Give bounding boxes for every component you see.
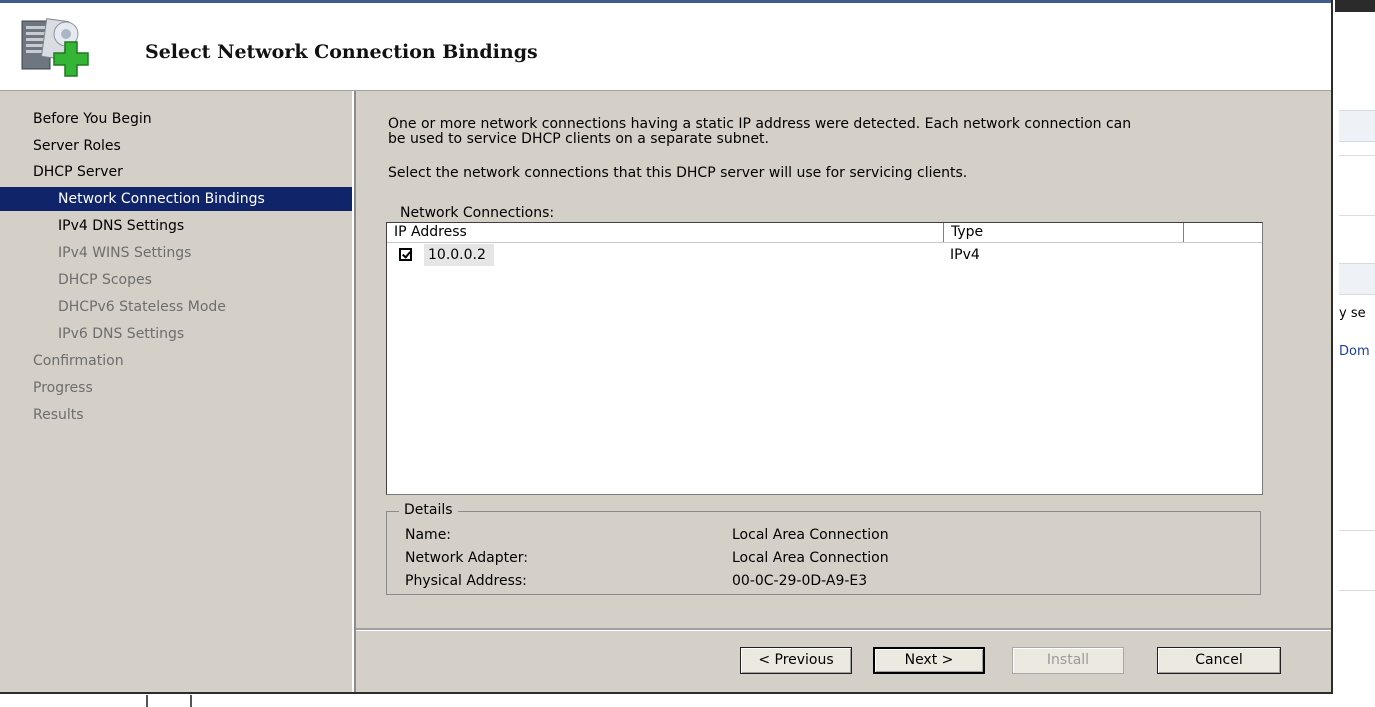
background-divider xyxy=(1339,530,1375,531)
background-section-header xyxy=(1339,110,1375,142)
details-legend: Details xyxy=(399,502,458,518)
background-divider xyxy=(1339,155,1375,156)
nav-item-network-connection-bindings[interactable]: Network Connection Bindings xyxy=(0,187,352,211)
nav-item-label: DHCP Server xyxy=(33,164,123,180)
install-button[interactable]: Install xyxy=(1012,647,1124,674)
button-bar-divider xyxy=(356,628,1331,631)
strip-divider xyxy=(146,695,148,707)
nav-item-label: Before You Begin xyxy=(33,111,152,127)
taskbar-strip xyxy=(0,695,1375,707)
nav-item-dhcp-server[interactable]: DHCP Server xyxy=(0,160,352,184)
background-text: y se xyxy=(1339,306,1366,321)
previous-button[interactable]: < Previous xyxy=(740,647,852,674)
nav-item-ipv6-dns-settings: IPv6 DNS Settings xyxy=(0,322,352,346)
nav-item-label: IPv4 DNS Settings xyxy=(58,218,185,234)
network-connections-label: Network Connections: xyxy=(400,205,555,221)
intro-text-line1: One or more network connections having a… xyxy=(388,116,1132,132)
nav-item-label: Server Roles xyxy=(33,138,121,154)
nav-item-dhcp-scopes: DHCP Scopes xyxy=(0,268,352,292)
nav-item-before-you-begin[interactable]: Before You Begin xyxy=(0,107,352,131)
detail-value-mac: 00-0C-29-0D-A9-E3 xyxy=(732,573,868,589)
row-ip-address[interactable]: 10.0.0.2 xyxy=(424,244,494,266)
nav-item-label: IPv6 DNS Settings xyxy=(58,326,185,342)
nav-item-ipv4-wins-settings: IPv4 WINS Settings xyxy=(0,241,352,265)
background-section-header xyxy=(1339,263,1375,295)
nav-item-label: Network Connection Bindings xyxy=(58,191,265,207)
wizard-content: One or more network connections having a… xyxy=(356,91,1331,628)
add-roles-wizard-dialog: Select Network Connection Bindings Befor… xyxy=(0,0,1333,694)
network-connections-list[interactable]: IP Address Type 10.0.0.2 IPv4 xyxy=(386,222,1263,495)
wizard-nav: Before You Begin Server Roles DHCP Server N… xyxy=(0,91,354,692)
nav-item-ipv4-dns-settings[interactable]: IPv4 DNS Settings xyxy=(0,214,352,238)
nav-item-server-roles[interactable]: Server Roles xyxy=(0,134,352,158)
details-group: Details Name: Local Area Connection Netw… xyxy=(386,502,1261,595)
row-type: IPv4 xyxy=(950,247,980,263)
server-add-icon xyxy=(21,18,89,77)
nav-item-results: Results xyxy=(0,403,352,427)
page-title: Select Network Connection Bindings xyxy=(145,41,538,63)
detail-value-adapter: Local Area Connection xyxy=(732,550,889,566)
column-header-type[interactable]: Type xyxy=(944,223,1183,242)
intro-text-line2: be used to service DHCP clients on a sep… xyxy=(388,131,770,147)
detail-label-mac: Physical Address: xyxy=(405,573,527,589)
strip-divider xyxy=(190,695,192,707)
detail-value-name: Local Area Connection xyxy=(732,527,889,543)
next-button[interactable]: Next > xyxy=(873,647,985,674)
list-header: IP Address Type xyxy=(387,223,1262,243)
row-checkbox[interactable] xyxy=(399,248,412,261)
wizard-header: Select Network Connection Bindings xyxy=(0,3,1331,91)
nav-item-label: DHCP Scopes xyxy=(58,272,152,288)
nav-item-confirmation: Confirmation xyxy=(0,349,352,373)
nav-item-label: DHCPv6 Stateless Mode xyxy=(58,299,226,315)
background-window: y se Dom xyxy=(1335,0,1375,707)
cancel-button[interactable]: Cancel xyxy=(1157,647,1281,674)
nav-item-label: Results xyxy=(33,407,84,423)
detail-label-adapter: Network Adapter: xyxy=(405,550,528,566)
table-row[interactable]: 10.0.0.2 IPv4 xyxy=(387,244,1262,266)
background-divider xyxy=(1339,590,1375,591)
nav-item-label: Progress xyxy=(33,380,93,396)
nav-item-label: Confirmation xyxy=(33,353,124,369)
column-divider[interactable] xyxy=(1183,223,1184,242)
background-window-titlebar xyxy=(1335,0,1375,12)
column-header-ip-address[interactable]: IP Address xyxy=(387,223,943,242)
nav-item-dhcpv6-stateless-mode: DHCPv6 Stateless Mode xyxy=(0,295,352,319)
detail-label-name: Name: xyxy=(405,527,452,543)
instruction-text: Select the network connections that this… xyxy=(388,165,968,181)
background-divider xyxy=(1339,215,1375,216)
nav-item-label: IPv4 WINS Settings xyxy=(58,245,192,261)
nav-item-progress: Progress xyxy=(0,376,352,400)
background-link[interactable]: Dom xyxy=(1339,344,1370,359)
